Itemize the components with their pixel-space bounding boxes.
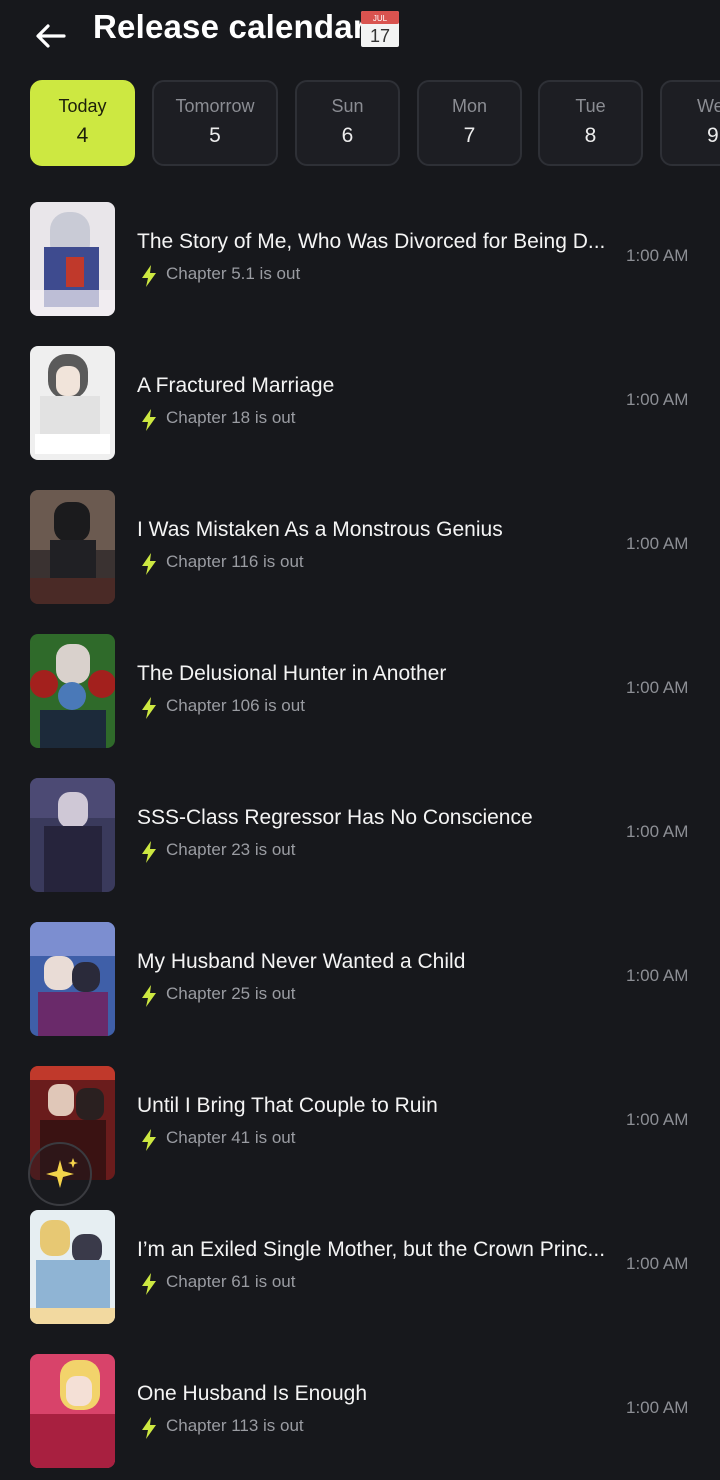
release-title: SSS-Class Regressor Has No Conscience: [137, 806, 533, 829]
day-tab-today[interactable]: Today 4: [30, 80, 135, 166]
release-title: My Husband Never Wanted a Child: [137, 950, 466, 973]
release-title: I Was Mistaken As a Monstrous Genius: [137, 518, 503, 541]
release-time: 1:00 AM: [626, 966, 689, 985]
release-chapter: Chapter 113 is out: [166, 1416, 304, 1435]
lightning-icon: [142, 409, 156, 431]
cover-thumbnail: [30, 1354, 115, 1468]
release-row[interactable]: SSS-Class Regressor Has No Conscience Ch…: [0, 764, 720, 904]
day-tab-number: 6: [341, 124, 354, 147]
sparkles-icon: [46, 1158, 78, 1188]
lightning-icon: [142, 1417, 156, 1439]
release-row[interactable]: I’m an Exiled Single Mother, but the Cro…: [0, 1196, 720, 1336]
lightning-icon: [142, 553, 156, 575]
day-tab-wed[interactable]: We 9: [660, 80, 720, 166]
calendar-emoji-month: JUL: [373, 14, 388, 23]
day-tab-label: Today: [58, 96, 107, 116]
release-title: The Story of Me, Who Was Divorced for Be…: [137, 230, 606, 253]
release-title: Until I Bring That Couple to Ruin: [137, 1094, 438, 1117]
day-tab-number: 9: [707, 124, 719, 147]
release-row[interactable]: Until I Bring That Couple to Ruin Chapte…: [0, 1052, 720, 1192]
release-chapter: Chapter 23 is out: [166, 840, 296, 859]
cover-thumbnail: [30, 922, 115, 1036]
day-tab-tomorrow[interactable]: Tomorrow 5: [152, 80, 278, 166]
sparkle-fab-button[interactable]: [28, 1142, 92, 1206]
lightning-icon: [142, 985, 156, 1007]
day-tab-label: Mon: [451, 96, 487, 116]
release-title: The Delusional Hunter in Another: [137, 662, 447, 685]
release-chapter: Chapter 116 is out: [166, 552, 304, 571]
day-tab-number: 8: [584, 124, 597, 147]
day-tab-number: 5: [209, 124, 221, 147]
release-time: 1:00 AM: [626, 390, 689, 409]
release-chapter: Chapter 106 is out: [166, 696, 305, 715]
day-tab-mon[interactable]: Mon 7: [417, 80, 522, 166]
release-row[interactable]: The Story of Me, Who Was Divorced for Be…: [0, 188, 720, 328]
release-time: 1:00 AM: [626, 534, 689, 553]
day-tab-sun[interactable]: Sun 6: [295, 80, 400, 166]
release-time: 1:00 AM: [626, 1254, 689, 1273]
lightning-icon: [142, 697, 156, 719]
day-tab-tue[interactable]: Tue 8: [538, 80, 643, 166]
day-tab-label: Tue: [575, 96, 606, 116]
lightning-icon: [142, 1129, 156, 1151]
cover-thumbnail: [30, 1210, 115, 1324]
calendar-emoji-day: 17: [370, 26, 390, 46]
arrow-left-icon: [36, 24, 66, 48]
app-header: Release calendar JUL 17: [0, 0, 720, 62]
day-tab-number: 4: [76, 124, 89, 147]
release-row[interactable]: I Was Mistaken As a Monstrous Genius Cha…: [0, 476, 720, 616]
day-selector: Today 4 Tomorrow 5 Sun 6 Mon 7 Tue 8 We …: [0, 80, 720, 168]
release-time: 1:00 AM: [626, 246, 689, 265]
release-time: 1:00 AM: [626, 1110, 689, 1129]
day-tab-label: Tomorrow: [175, 96, 255, 116]
cover-thumbnail: [30, 346, 115, 460]
cover-thumbnail: [30, 202, 115, 316]
lightning-icon: [142, 1273, 156, 1295]
release-row[interactable]: A Fractured Marriage Chapter 18 is out 1…: [0, 332, 720, 472]
cover-thumbnail: [30, 634, 115, 748]
release-chapter: Chapter 41 is out: [166, 1128, 296, 1147]
day-tab-number: 7: [463, 124, 476, 147]
day-tab-label: We: [697, 96, 720, 116]
release-time: 1:00 AM: [626, 1398, 689, 1417]
cover-thumbnail: [30, 490, 115, 604]
release-time: 1:00 AM: [626, 678, 689, 697]
release-row[interactable]: One Husband Is Enough Chapter 113 is out…: [0, 1340, 720, 1480]
release-title: A Fractured Marriage: [137, 374, 335, 397]
release-chapter: Chapter 25 is out: [166, 984, 296, 1003]
release-title: One Husband Is Enough: [137, 1382, 367, 1405]
release-time: 1:00 AM: [626, 822, 689, 841]
release-chapter: Chapter 5.1 is out: [166, 264, 301, 283]
lightning-icon: [142, 841, 156, 863]
cover-thumbnail: [30, 778, 115, 892]
release-chapter: Chapter 18 is out: [166, 408, 296, 427]
calendar-emoji-icon: JUL 17: [361, 11, 399, 47]
page-title: Release calendar: [93, 8, 366, 45]
lightning-icon: [142, 265, 156, 287]
day-tab-label: Sun: [331, 96, 364, 116]
release-row[interactable]: My Husband Never Wanted a Child Chapter …: [0, 908, 720, 1048]
release-title: I’m an Exiled Single Mother, but the Cro…: [137, 1238, 606, 1261]
back-button[interactable]: [30, 16, 70, 56]
release-row[interactable]: The Delusional Hunter in Another Chapter…: [0, 620, 720, 760]
release-chapter: Chapter 61 is out: [166, 1272, 296, 1291]
